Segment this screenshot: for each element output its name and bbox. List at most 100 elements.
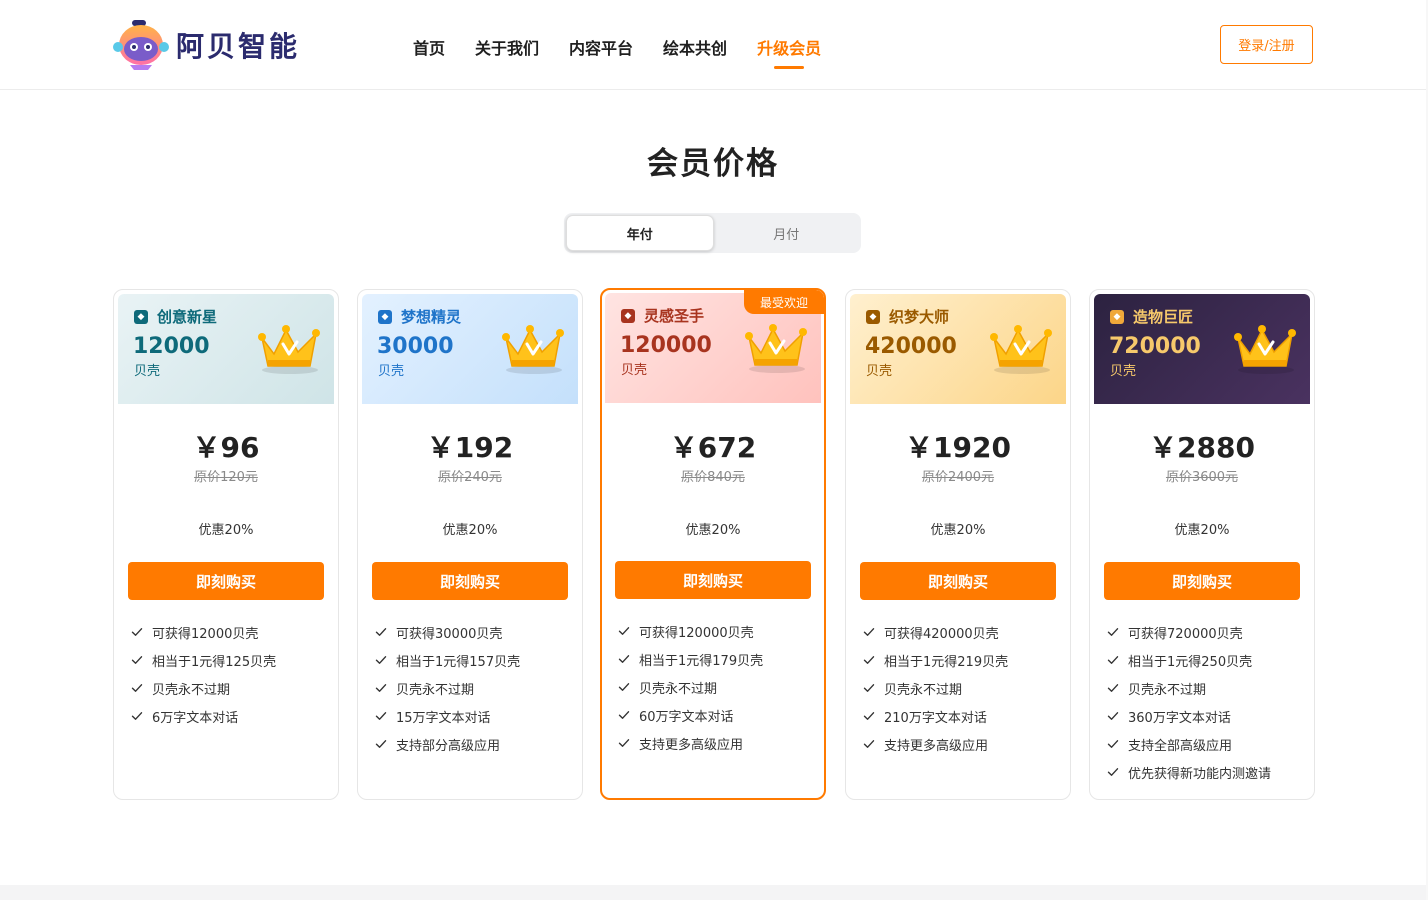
feature-item: 支持全部高级应用 [1107,730,1271,758]
tier-name: 织梦大师 [889,308,950,326]
nav-item-picture-book[interactable]: 绘本共创 [663,35,727,71]
tier-name: 造物巨匠 [1133,308,1194,326]
tier-unit: 贝壳 [378,364,405,379]
shield-icon: ◆ [866,309,880,324]
feature-list: 可获得12000贝壳 相当于1元得125贝壳 贝壳永不过期 6万字文本对话 [131,618,276,730]
nav-item-upgrade-membership[interactable]: 升级会员 [757,35,821,71]
check-icon [375,740,387,748]
feature-item: 贝壳永不过期 [1107,674,1271,702]
feature-text: 210万字文本对话 [884,710,987,726]
feature-text: 支持更多高级应用 [884,738,989,754]
feature-item: 可获得120000贝壳 [618,617,763,645]
feature-item: 相当于1元得179贝壳 [618,645,763,673]
billing-monthly-option[interactable]: 月付 [714,215,860,251]
feature-text: 支持部分高级应用 [396,738,501,754]
feature-item: 相当于1元得219贝壳 [863,646,1008,674]
feature-item: 15万字文本对话 [375,702,520,730]
feature-item: 6万字文本对话 [131,702,276,730]
check-icon [1107,712,1119,720]
feature-text: 优先获得新功能内测邀请 [1128,766,1272,782]
plan-card: ◆ 梦想精灵 30000 贝壳 ￥192 原价240元 优惠20% 即刻购买 可… [357,289,583,800]
feature-item: 支持更多高级应用 [863,730,1008,758]
feature-text: 可获得720000贝壳 [1128,626,1243,642]
plan-banner: ◆ 创意新星 12000 贝壳 [118,294,334,404]
billing-yearly-option[interactable]: 年付 [566,215,714,251]
crown-icon [1234,325,1296,374]
feature-list: 可获得720000贝壳 相当于1元得250贝壳 贝壳永不过期 360万字文本对话 [1107,618,1271,786]
check-icon [131,684,143,692]
feature-item: 360万字文本对话 [1107,702,1271,730]
crown-icon [990,325,1052,374]
original-price: 原价240元 [438,470,502,485]
feature-text: 可获得12000贝壳 [152,626,259,642]
feature-text: 贝壳永不过期 [639,681,718,697]
check-icon [618,683,630,691]
tier-amount: 420000 [865,334,957,359]
feature-item: 60万字文本对话 [618,701,763,729]
feature-item: 支持更多高级应用 [618,729,763,757]
check-icon [1107,768,1119,776]
check-icon [375,684,387,692]
feature-text: 支持全部高级应用 [1128,738,1233,754]
plan-card: ◆ 织梦大师 420000 贝壳 ￥1920 原价2400元 优惠20% 即刻购… [845,289,1071,800]
feature-item: 贝壳永不过期 [375,674,520,702]
page-title: 会员价格 [647,146,779,182]
crown-icon [745,324,807,373]
buy-now-button[interactable]: 即刻购买 [128,562,324,600]
feature-item: 贝壳永不过期 [863,674,1008,702]
feature-list: 可获得420000贝壳 相当于1元得219贝壳 贝壳永不过期 210万字文本对话 [863,618,1008,758]
feature-text: 贝壳永不过期 [396,682,475,698]
feature-item: 210万字文本对话 [863,702,1008,730]
feature-text: 贝壳永不过期 [1128,682,1207,698]
buy-now-button[interactable]: 即刻购买 [615,561,811,599]
check-icon [618,711,630,719]
feature-text: 相当于1元得219贝壳 [884,654,1009,670]
tier-unit: 贝壳 [866,364,893,379]
plan-price: ￥1920 [905,431,1011,464]
footer-strip [0,885,1428,900]
feature-text: 相当于1元得250贝壳 [1128,654,1253,670]
tier-unit: 贝壳 [134,364,161,379]
check-icon [375,628,387,636]
feature-item: 相当于1元得250贝壳 [1107,646,1271,674]
check-icon [618,739,630,747]
mascot-icon [113,20,169,70]
feature-text: 可获得30000贝壳 [396,626,503,642]
feature-item: 相当于1元得157贝壳 [375,646,520,674]
feature-text: 贝壳永不过期 [152,682,231,698]
check-icon [1107,656,1119,664]
buy-now-button[interactable]: 即刻购买 [372,562,568,600]
discount-label: 优惠20% [930,523,986,538]
shield-icon: ◆ [134,309,148,324]
buy-now-button[interactable]: 即刻购买 [860,562,1056,600]
discount-label: 优惠20% [1174,523,1230,538]
check-icon [1107,684,1119,692]
original-price: 原价3600元 [1165,470,1239,485]
check-icon [1107,628,1119,636]
feature-text: 60万字文本对话 [639,709,734,725]
tier-header: ◆ 梦想精灵 [378,306,461,327]
tier-amount: 30000 [377,334,454,359]
login-register-button[interactable]: 登录/注册 [1220,25,1313,64]
check-icon [863,684,875,692]
discount-label: 优惠20% [685,523,741,538]
discount-label: 优惠20% [198,523,254,538]
nav-item-home[interactable]: 首页 [413,35,445,71]
feature-item: 贝壳永不过期 [131,674,276,702]
brand-logo[interactable]: 阿贝智能 [112,19,300,71]
feature-item: 可获得720000贝壳 [1107,618,1271,646]
top-header: 阿贝智能 首页 关于我们 内容平台 绘本共创 升级会员 登录/注册 [0,0,1426,90]
buy-now-button[interactable]: 即刻购买 [1104,562,1300,600]
plan-banner: ◆ 梦想精灵 30000 贝壳 [362,294,578,404]
tier-amount: 12000 [133,334,210,359]
nav-item-content-platform[interactable]: 内容平台 [569,35,633,71]
check-icon [618,627,630,635]
plan-banner: ◆ 造物巨匠 720000 贝壳 [1094,294,1310,404]
feature-text: 可获得120000贝壳 [639,625,754,641]
feature-text: 相当于1元得179贝壳 [639,653,764,669]
nav-item-about[interactable]: 关于我们 [475,35,539,71]
feature-item: 可获得12000贝壳 [131,618,276,646]
feature-text: 15万字文本对话 [396,710,491,726]
tier-name: 梦想精灵 [401,308,462,326]
crown-icon [502,325,564,374]
